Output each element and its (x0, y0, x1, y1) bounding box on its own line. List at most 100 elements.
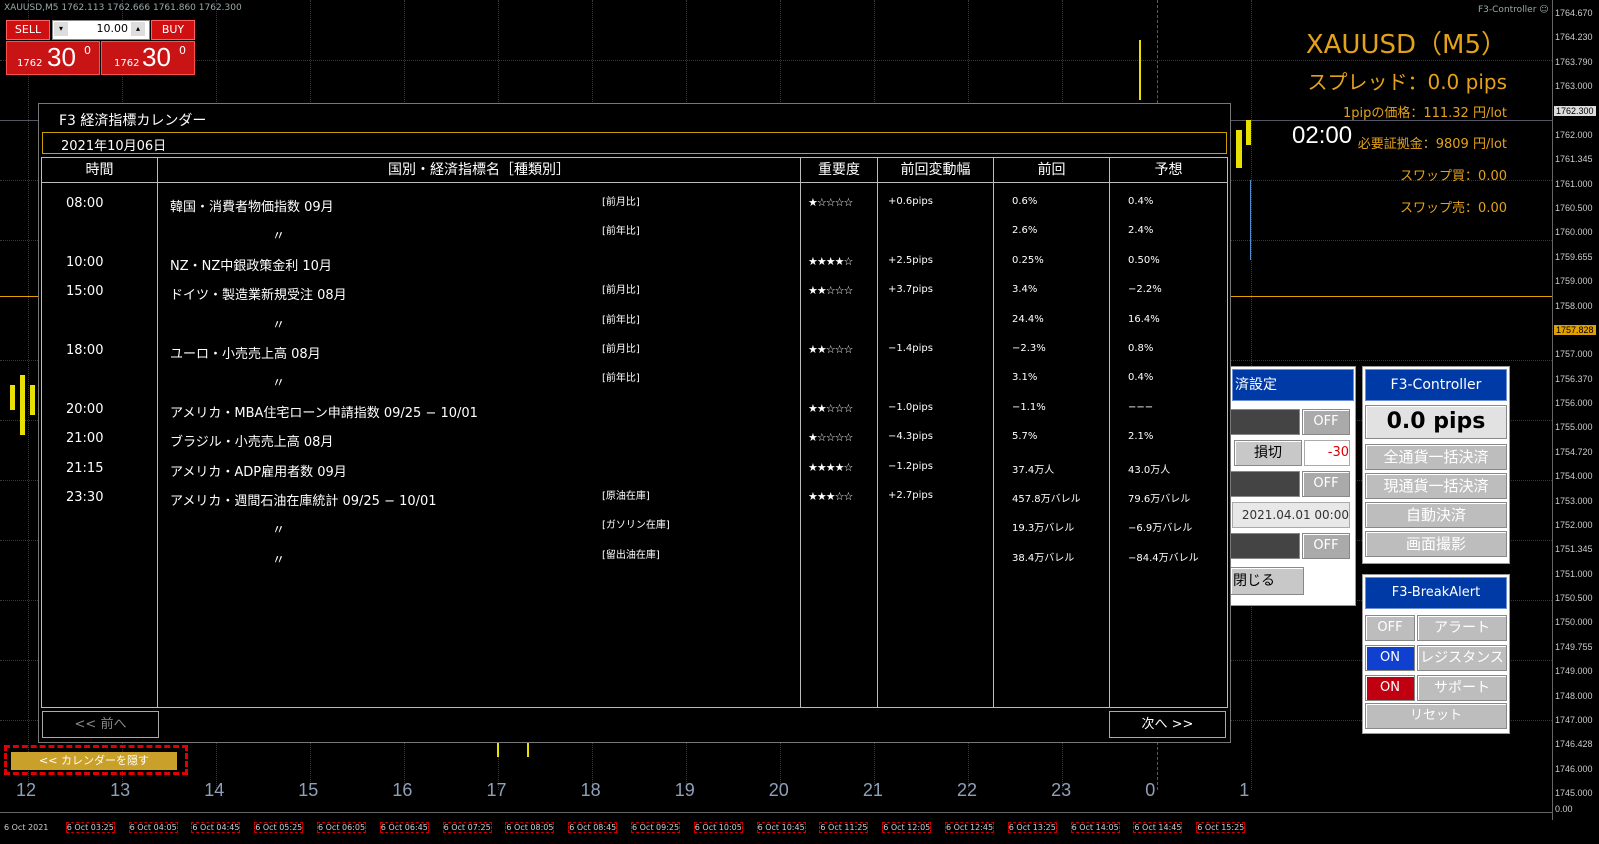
pip-value-label: 1pipの価格：111.32 円/lot (1342, 106, 1507, 121)
time-tick: 6 Oct 14:45 (1133, 822, 1183, 833)
row-time: 15:00 (66, 284, 104, 300)
price-tick: 1757.828 (1554, 324, 1596, 335)
price-tick: 1758.000 (1555, 300, 1593, 311)
hour-label: 12 (16, 780, 37, 800)
stoploss-value[interactable]: -30 (1304, 440, 1350, 466)
row-indicator-name: 〃 (272, 376, 286, 392)
candle (20, 375, 25, 435)
time-tick: 6 Oct 11:25 (819, 822, 869, 833)
price-tick: 1759.655 (1555, 251, 1593, 262)
buy-button[interactable]: BUY (151, 20, 195, 40)
buy-price-button[interactable]: 1762 30 0 (101, 41, 195, 75)
price-tick: 1762.300 (1554, 105, 1596, 116)
time-tick: 6 Oct 06:45 (379, 822, 429, 833)
stoploss-label: 損切 (1234, 440, 1302, 466)
sell-price-main: 30 (47, 42, 76, 72)
hide-calendar-button-frame: << カレンダーを隠す (4, 745, 188, 775)
alert-toggle[interactable]: OFF (1365, 615, 1415, 641)
row-time: 20:00 (66, 401, 104, 417)
row-indicator-name: NZ・NZ中銀政策金利 10月 (170, 258, 332, 274)
lot-increase-button[interactable]: ▴ (131, 22, 145, 36)
screenshot-button[interactable]: 画面撮影 (1365, 531, 1507, 557)
price-tick: 1748.000 (1555, 690, 1593, 701)
row-previous: 2.6% (1012, 225, 1038, 237)
row-type: [ガソリン在庫] (602, 520, 670, 532)
row-time: 21:15 (66, 460, 104, 476)
price-tick: 1745.000 (1555, 788, 1593, 798)
price-tick: 0.00 (1555, 804, 1573, 814)
auto-settle-button[interactable]: 自動決済 (1365, 502, 1507, 528)
close-current-currency-button[interactable]: 現通貨一括決済 (1365, 473, 1507, 499)
price-tick: 1746.428 (1555, 739, 1593, 750)
price-tick: 1764.670 (1555, 8, 1593, 18)
candle (527, 742, 529, 757)
time-tick: 6 Oct 12:05 (882, 822, 932, 833)
calendar-prev-button[interactable]: << 前へ (42, 711, 159, 738)
calendar-rows: 08:00 韓国・消費者物価指数 09月 [前月比] ★☆☆☆☆ +0.6pips 0.6… (42, 158, 1227, 707)
time-tick: 6 Oct 15:25 (1196, 822, 1246, 833)
price-tick: 1751.000 (1555, 568, 1593, 579)
time-tick: 6 Oct 08:05 (505, 822, 555, 833)
row-type: [原油在庫] (602, 491, 650, 502)
row-forecast: −−− (1128, 401, 1154, 413)
row-forecast: 0.4% (1128, 372, 1154, 384)
price-tick: 1747.000 (1555, 714, 1593, 725)
calendar-next-button[interactable]: 次へ >> (1109, 711, 1226, 738)
symbol-name: XAUUSD（M5） (1305, 30, 1507, 60)
hour-label: 18 (580, 780, 601, 800)
candle (1246, 120, 1251, 145)
row-prev-change: −1.0pips (888, 401, 933, 413)
hour-label: 23 (1051, 780, 1072, 800)
profit-pips-display: 0.0 pips (1365, 405, 1507, 439)
row-indicator-name: 韓国・消費者物価指数 09月 (170, 200, 334, 215)
buy-price-prefix: 1762 (114, 58, 140, 69)
hide-calendar-button[interactable]: << カレンダーを隠す (11, 752, 177, 770)
resistance-toggle[interactable]: ON (1365, 645, 1415, 671)
breakalert-reset-button[interactable]: リセット (1365, 703, 1507, 729)
row-forecast: 79.6万バレル (1128, 494, 1191, 505)
row-previous: 19.3万バレル (1012, 523, 1075, 535)
sell-price-button[interactable]: 1762 30 0 (6, 41, 100, 75)
swap-buy-label: スワップ買：0.00 (1400, 169, 1507, 184)
settle-toggle-2[interactable]: OFF (1302, 471, 1350, 497)
sell-button[interactable]: SELL (6, 20, 50, 40)
price-tick: 1756.370 (1555, 373, 1593, 384)
time-tick: 6 Oct 04:45 (191, 822, 241, 833)
close-all-currencies-button[interactable]: 全通貨一括決済 (1365, 444, 1507, 470)
hour-label: 0 (1145, 780, 1156, 800)
price-tick: 1749.755 (1555, 641, 1593, 652)
hour-label: 1 (1239, 780, 1250, 800)
row-type: [前月比] (602, 197, 640, 208)
row-indicator-name: 〃 (272, 523, 286, 539)
row-indicator-name: アメリカ・ADP雇用者数 09月 (170, 464, 347, 480)
row-time: 21:00 (66, 431, 104, 447)
row-importance: ★★★★☆ (808, 254, 853, 268)
lot-input[interactable]: 10.00 (70, 22, 129, 36)
settle-row1-bar (1230, 409, 1300, 435)
lot-decrease-button[interactable]: ▾ (54, 22, 68, 36)
time-tick: 6 Oct 10:45 (756, 822, 806, 833)
settle-date-input[interactable]: 2021.04.01 00:00 (1232, 502, 1350, 528)
row-prev-change: +2.5pips (888, 254, 933, 266)
settle-close-button[interactable]: 閉じる (1230, 567, 1304, 595)
row-previous: 38.4万バレル (1012, 552, 1075, 564)
calendar-title: F3 経済指標カレンダー (59, 113, 207, 129)
settle-toggle-3[interactable]: OFF (1302, 533, 1350, 559)
price-tick: 1759.000 (1555, 276, 1593, 287)
time-tick: 6 Oct 08:45 (568, 822, 618, 833)
row-previous: 3.1% (1012, 372, 1038, 384)
row-forecast: 0.50% (1128, 254, 1160, 266)
buy-price-sup: 0 (179, 44, 186, 57)
f3-controller-header: F3-Controller (1365, 369, 1507, 401)
support-toggle[interactable]: ON (1365, 675, 1415, 701)
row-forecast: 16.4% (1128, 313, 1160, 325)
row-previous: 37.4万人 (1012, 464, 1055, 476)
alert-label: アラート (1417, 615, 1507, 641)
spread-label: スプレッド：0.0 pips (1307, 70, 1507, 94)
row-prev-change: −4.3pips (888, 431, 933, 443)
row-previous: −2.3% (1012, 343, 1046, 354)
settle-toggle-1[interactable]: OFF (1302, 409, 1350, 435)
hour-label: 16 (392, 780, 413, 800)
row-indicator-name: ブラジル・小売売上高 08月 (170, 435, 334, 451)
price-tick: 1764.230 (1555, 32, 1593, 43)
